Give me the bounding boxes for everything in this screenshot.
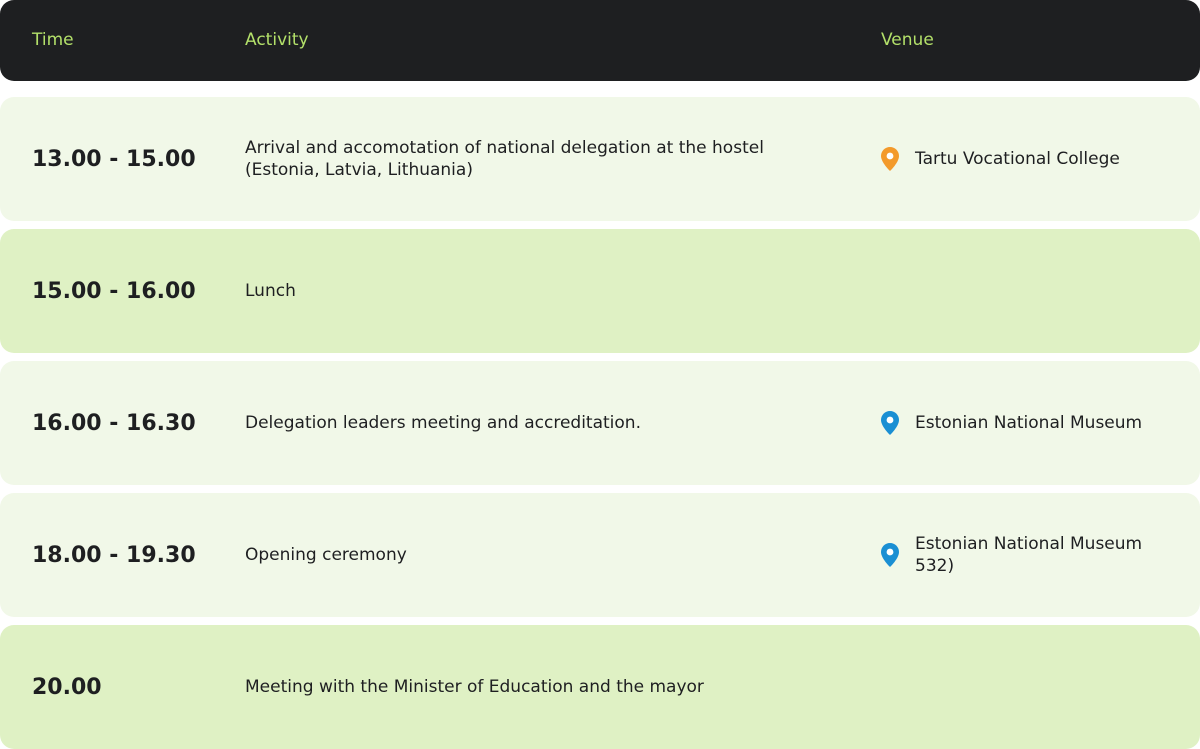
row-time: 20.00 xyxy=(32,674,102,700)
row-activity: Meeting with the Minister of Education a… xyxy=(245,677,704,697)
row-venue-text: Estonian National Museum 532) xyxy=(915,534,1143,576)
row-venue: Estonian National Museum xyxy=(879,361,1179,485)
header-activity: Activity xyxy=(245,30,309,50)
row-venue-text: Tartu Vocational College xyxy=(915,149,1120,169)
row-time: 15.00 - 16.00 xyxy=(32,278,196,304)
row-venue-text: Estonian National Museum xyxy=(915,413,1143,433)
location-pin-icon xyxy=(879,146,901,172)
location-pin-icon xyxy=(879,410,901,436)
row-activity: Arrival and accomotation of national del… xyxy=(245,138,764,180)
schedule-row: 13.00 - 15.00 Arrival and accomotation o… xyxy=(0,97,1200,221)
row-activity: Lunch xyxy=(245,281,296,301)
schedule-row: 16.00 - 16.30 Delegation leaders meeting… xyxy=(0,361,1200,485)
row-time: 13.00 - 15.00 xyxy=(32,146,196,172)
row-activity: Opening ceremony xyxy=(245,545,407,565)
row-activity: Delegation leaders meeting and accredita… xyxy=(245,413,641,433)
schedule-row: 18.00 - 19.30 Opening ceremony Estonian … xyxy=(0,493,1200,617)
row-venue: Tartu Vocational College xyxy=(879,97,1179,221)
header-time: Time xyxy=(32,30,74,50)
schedule-row: 15.00 - 16.00 Lunch xyxy=(0,229,1200,353)
schedule-header: Time Activity Venue xyxy=(0,0,1200,81)
location-pin-icon xyxy=(879,542,901,568)
schedule-row: 20.00 Meeting with the Minister of Educa… xyxy=(0,625,1200,749)
row-time: 16.00 - 16.30 xyxy=(32,410,196,436)
row-time: 18.00 - 19.30 xyxy=(32,542,196,568)
row-venue: Estonian National Museum 532) xyxy=(879,493,1179,617)
header-venue: Venue xyxy=(881,30,934,50)
